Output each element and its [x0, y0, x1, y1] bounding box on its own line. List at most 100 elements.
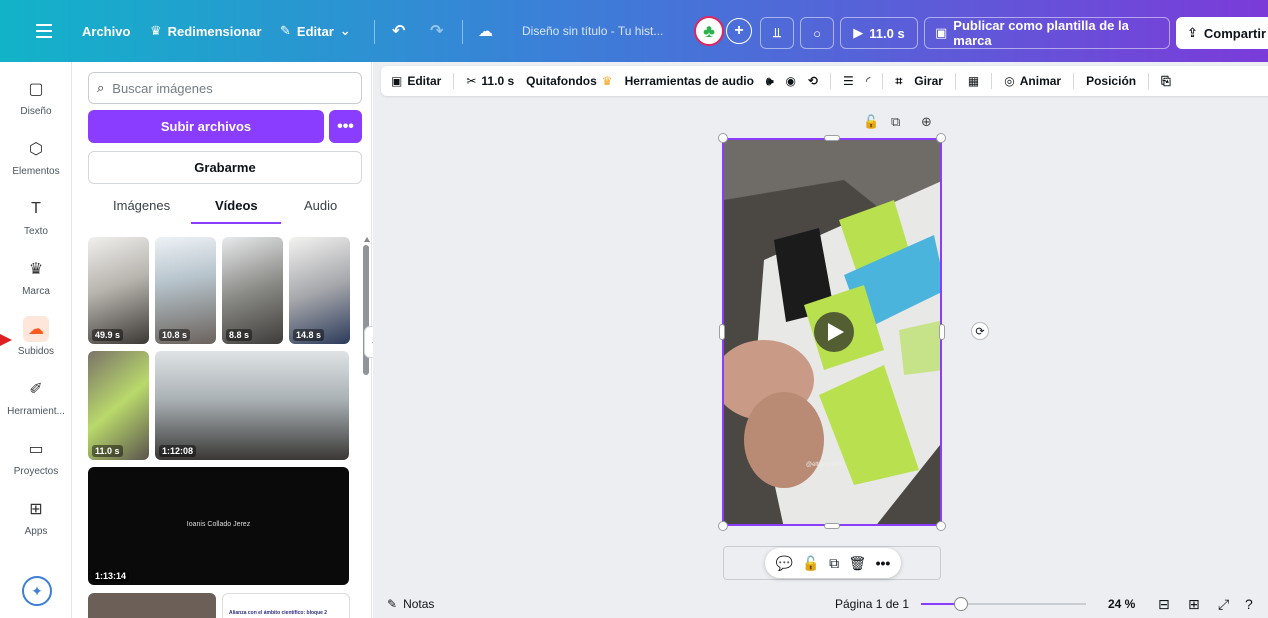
- comment-add-icon[interactable]: 💬: [776, 555, 793, 572]
- transparency-icon[interactable]: ▦: [968, 74, 979, 88]
- bg-remover-button[interactable]: Quitafondos ♛: [526, 74, 612, 88]
- video-duration: 11.0 s: [92, 445, 123, 457]
- redo-icon[interactable]: ↷: [430, 0, 443, 62]
- video-thumbnail[interactable]: 14.8 s: [289, 237, 350, 344]
- record-yourself-button[interactable]: Grabarme: [88, 151, 362, 184]
- resize-menu[interactable]: ♛ Redimensionar: [150, 0, 262, 62]
- zoom-level[interactable]: 24 %: [1108, 597, 1135, 611]
- document-thumbnail[interactable]: Alianza con el ámbito científico: bloque…: [222, 593, 350, 618]
- tab-images[interactable]: Imágenes: [113, 198, 170, 213]
- grid-view-icon[interactable]: ⊞: [1188, 596, 1200, 613]
- avatar[interactable]: ♣: [694, 0, 724, 62]
- loop-icon[interactable]: ⟲: [808, 74, 818, 88]
- design-title[interactable]: Diseño sin título - Tu hist...: [522, 0, 663, 62]
- add-page-icon[interactable]: ⊕: [921, 114, 932, 130]
- video-duration: 1:12:08: [159, 445, 197, 457]
- analytics-button[interactable]: ⫫: [760, 17, 794, 49]
- sidebar-item-apps[interactable]: ⊞ Apps: [0, 496, 72, 537]
- publish-template-button[interactable]: ▣ Publicar como plantilla de la marca: [924, 17, 1170, 49]
- add-collaborator-button[interactable]: +: [726, 0, 752, 62]
- sidebar-item-herramient[interactable]: ✐ Herramient...: [0, 376, 72, 417]
- more-options-button[interactable]: •••: [329, 110, 362, 143]
- divider: [991, 73, 993, 89]
- crown-icon: ♛: [601, 74, 613, 88]
- trash-icon[interactable]: 🗑: [848, 555, 866, 572]
- cloud-sync-icon[interactable]: ☁: [478, 0, 493, 62]
- rotate-handle-icon[interactable]: ⟳: [971, 322, 989, 340]
- search-input[interactable]: ⌕ Buscar imágenes: [88, 72, 362, 104]
- resize-handle[interactable]: [939, 324, 945, 340]
- video-thumbnail[interactable]: 1:12:08: [155, 351, 349, 460]
- sidebar-item-proyectos[interactable]: ▭ Proyectos: [0, 436, 72, 477]
- divider: [374, 20, 375, 44]
- panel-scrollbar[interactable]: [363, 237, 370, 617]
- more-icon[interactable]: •••: [876, 555, 891, 571]
- notes-icon: ✎: [387, 597, 398, 611]
- bottom-bar: ✎ Notas Página 1 de 1 24 % ⊟ ⊞ ⤢ ?: [373, 590, 1268, 618]
- playback-icon[interactable]: ◉: [786, 74, 796, 88]
- sidebar-item-texto[interactable]: T Texto: [0, 196, 72, 237]
- duplicate-page-icon[interactable]: ⧉: [891, 114, 900, 130]
- audio-tools-button[interactable]: Herramientas de audio: [625, 74, 754, 88]
- zoom-slider[interactable]: [921, 597, 1086, 611]
- upload-files-button[interactable]: Subir archivos: [88, 110, 324, 143]
- active-tab-indicator: [191, 222, 281, 224]
- rotate-label: Girar: [914, 74, 943, 88]
- crop-button[interactable]: ⌗: [895, 74, 902, 89]
- menu-icon[interactable]: [36, 0, 52, 62]
- zoom-slider-knob[interactable]: [953, 597, 968, 611]
- crop-icon: ⌗: [895, 73, 903, 88]
- share-button[interactable]: ⇪ Compartir: [1176, 17, 1268, 49]
- fullscreen-icon[interactable]: ⤢: [1218, 596, 1229, 613]
- lock-icon[interactable]: 🔓: [802, 555, 819, 572]
- animate-button[interactable]: ◎ Animar: [1004, 74, 1061, 88]
- magic-assistant-icon[interactable]: ✦: [22, 576, 52, 606]
- notes-button[interactable]: ✎ Notas: [387, 597, 434, 611]
- video-thumbnail[interactable]: [88, 593, 216, 618]
- bg-remover-label: Quitafondos: [526, 74, 597, 88]
- design-page[interactable]: @eltioncreible: [722, 138, 942, 526]
- page-indicator[interactable]: Página 1 de 1: [835, 597, 909, 611]
- plus-icon: +: [726, 18, 752, 44]
- position-button[interactable]: Posición: [1086, 74, 1136, 88]
- comment-button[interactable]: ○: [800, 17, 834, 49]
- resize-handle[interactable]: [936, 521, 946, 531]
- video-thumbnail[interactable]: 10.8 s: [155, 237, 216, 344]
- publish-label: Publicar como plantilla de la marca: [953, 18, 1129, 48]
- rotate-button[interactable]: Girar: [914, 74, 943, 88]
- search-placeholder: Buscar imágenes: [112, 80, 213, 96]
- edit-menu[interactable]: ✎ Editar ⌄: [280, 0, 351, 62]
- duplicate-icon[interactable]: ⧉: [829, 555, 839, 572]
- sidebar-item-label: Diseño: [20, 106, 52, 117]
- help-icon[interactable]: ?: [1245, 596, 1253, 612]
- lock-icon[interactable]: 🔓: [863, 114, 879, 130]
- tab-audio[interactable]: Audio: [304, 198, 337, 213]
- video-thumbnail[interactable]: 11.0 s: [88, 351, 149, 460]
- resize-handle[interactable]: [719, 324, 725, 340]
- edit-video-button[interactable]: ▣ Editar: [391, 74, 441, 88]
- video-thumbnail[interactable]: 8.8 s: [222, 237, 283, 344]
- sidebar-item-label: Apps: [24, 526, 48, 537]
- resize-handle[interactable]: [936, 133, 946, 143]
- corner-rounding-icon[interactable]: ◜: [866, 74, 871, 88]
- undo-icon[interactable]: ↶: [392, 0, 405, 62]
- resize-handle[interactable]: [718, 133, 728, 143]
- resize-handle[interactable]: [824, 523, 840, 529]
- resize-handle[interactable]: [824, 135, 840, 141]
- audio-tools-label: Herramientas de audio: [624, 74, 754, 88]
- sidebar-item-marca[interactable]: ♛ Marca: [0, 256, 72, 297]
- video-duration: 1:13:14: [92, 570, 130, 582]
- video-thumbnail[interactable]: Ioanis Collado Jerez 1:13:14: [88, 467, 349, 585]
- paint-format-icon[interactable]: ⎘: [1161, 74, 1171, 89]
- sidebar-item-elementos[interactable]: ⬡ Elementos: [0, 136, 72, 177]
- video-thumbnail[interactable]: 49.9 s: [88, 237, 149, 344]
- trim-button[interactable]: ✂ 11.0 s: [466, 74, 514, 88]
- volume-icon[interactable]: 🕪: [766, 74, 774, 89]
- sidebar-item-diseño[interactable]: ▢ Diseño: [0, 76, 72, 117]
- page-view-icon[interactable]: ⊟: [1158, 596, 1170, 613]
- border-style-icon[interactable]: ☰: [843, 74, 854, 88]
- file-menu[interactable]: Archivo: [82, 0, 130, 62]
- tab-videos[interactable]: Vídeos: [215, 198, 258, 213]
- play-button[interactable]: ▶ 11.0 s: [840, 17, 918, 49]
- resize-handle[interactable]: [718, 521, 728, 531]
